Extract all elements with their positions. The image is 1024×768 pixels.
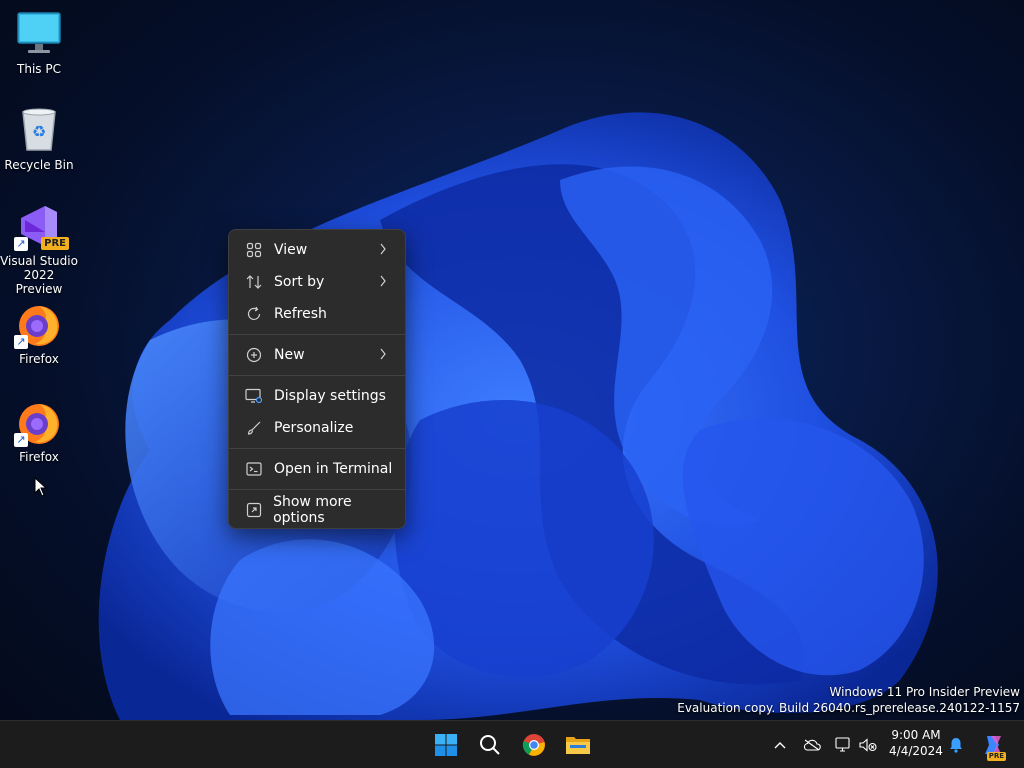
shortcut-arrow-icon: ↗ <box>14 433 28 447</box>
menu-item-show-more-options[interactable]: Show more options <box>233 494 401 526</box>
menu-item-display-settings[interactable]: Display settings <box>233 380 401 412</box>
menu-item-label: New <box>274 347 305 363</box>
visual-studio-icon: PRE ↗ <box>14 202 69 251</box>
desktop-icon-label: Firefox <box>19 450 59 464</box>
menu-item-refresh[interactable]: Refresh <box>233 298 401 330</box>
bell-icon <box>950 738 962 753</box>
taskbar-chrome-button[interactable] <box>514 725 554 765</box>
volume-muted-icon <box>859 738 877 752</box>
taskbar-clock[interactable]: 9:00 AM 4/4/2024 <box>884 727 948 759</box>
menu-item-label: View <box>274 242 308 258</box>
file-explorer-icon <box>566 737 590 754</box>
desktop-context-menu: View Sort by Refresh New Display setting… <box>228 229 406 529</box>
notifications-button[interactable] <box>944 731 968 759</box>
display-settings-icon <box>245 387 263 405</box>
menu-item-personalize[interactable]: Personalize <box>233 412 401 444</box>
onedrive-button[interactable] <box>800 731 824 759</box>
sort-icon <box>245 273 263 291</box>
onedrive-icon <box>803 739 821 751</box>
shortcut-arrow-icon: ↗ <box>14 335 28 349</box>
clock-date: 4/4/2024 <box>889 744 943 758</box>
refresh-icon <box>245 305 263 323</box>
svg-text:♻: ♻ <box>32 122 46 141</box>
watermark-line-build: Evaluation copy. Build 26040.rs_prerelea… <box>677 701 1020 715</box>
menu-item-label: Personalize <box>274 420 354 436</box>
desktop-icon-label: This PC <box>17 62 61 76</box>
copilot-button[interactable]: PRE <box>978 731 1008 761</box>
chrome-icon <box>522 734 545 756</box>
volume-button[interactable] <box>856 731 880 759</box>
desktop-icon-visual-studio[interactable]: PRE ↗ Visual Studio 2022 Preview <box>0 202 78 296</box>
show-hidden-icons-button[interactable] <box>768 731 792 759</box>
watermark-line-edition: Windows 11 Pro Insider Preview <box>829 685 1020 699</box>
pre-badge: PRE <box>41 237 69 250</box>
menu-item-label: Display settings <box>274 388 386 404</box>
taskbar-file-explorer-button[interactable] <box>558 725 598 765</box>
chevron-up-icon <box>774 742 786 749</box>
start-button[interactable] <box>426 725 466 765</box>
menu-item-label: Sort by <box>274 274 325 290</box>
firefox-icon: ↗ <box>14 398 63 447</box>
chevron-right-icon <box>379 274 387 292</box>
menu-item-label: Open in Terminal <box>274 461 393 477</box>
desktop-wallpaper <box>98 112 938 720</box>
menu-item-new[interactable]: New <box>233 339 401 371</box>
desktop-icon-label: Visual Studio 2022 Preview <box>0 254 78 296</box>
menu-item-open-in-terminal[interactable]: Open in Terminal <box>233 453 401 485</box>
taskbar: 9:00 AM 4/4/2024 PRE <box>0 720 1024 768</box>
firefox-icon: ↗ <box>14 300 63 349</box>
chevron-right-icon <box>379 347 387 365</box>
plus-circle-icon <box>245 346 263 364</box>
start-icon <box>435 734 457 756</box>
terminal-icon <box>245 460 263 478</box>
desktop-icon-this-pc[interactable]: This PC <box>0 10 78 76</box>
grid-view-icon <box>245 241 263 259</box>
menu-item-label: Show more options <box>273 494 352 526</box>
menu-item-sort-by[interactable]: Sort by <box>233 266 401 298</box>
menu-separator <box>229 334 405 335</box>
chevron-right-icon <box>379 242 387 260</box>
menu-item-label: Refresh <box>274 306 327 322</box>
brush-icon <box>245 419 263 437</box>
shortcut-arrow-icon: ↗ <box>14 237 28 251</box>
desktop-icon-firefox[interactable]: ↗ Firefox <box>0 398 78 464</box>
copilot-pre-badge: PRE <box>986 752 1006 761</box>
search-button[interactable] <box>470 725 510 765</box>
desktop-icon-firefox[interactable]: ↗ Firefox <box>0 300 78 366</box>
menu-item-view[interactable]: View <box>233 234 401 266</box>
more-options-icon <box>245 501 262 519</box>
menu-separator <box>229 448 405 449</box>
menu-separator <box>229 375 405 376</box>
monitor-icon <box>15 10 63 58</box>
recycle-bin-icon: ♻ <box>15 106 63 154</box>
desktop-icon-label: Recycle Bin <box>4 158 74 172</box>
menu-separator <box>229 489 405 490</box>
network-icon <box>835 737 850 752</box>
network-button[interactable] <box>832 731 856 759</box>
search-icon <box>480 735 500 755</box>
mouse-cursor-icon <box>34 477 48 497</box>
evaluation-watermark: Windows 11 Pro Insider Preview Evaluatio… <box>677 684 1020 716</box>
clock-time: 9:00 AM <box>891 728 941 742</box>
desktop-icon-label: Firefox <box>19 352 59 366</box>
desktop-icon-recycle-bin[interactable]: ♻ Recycle Bin <box>0 106 78 172</box>
